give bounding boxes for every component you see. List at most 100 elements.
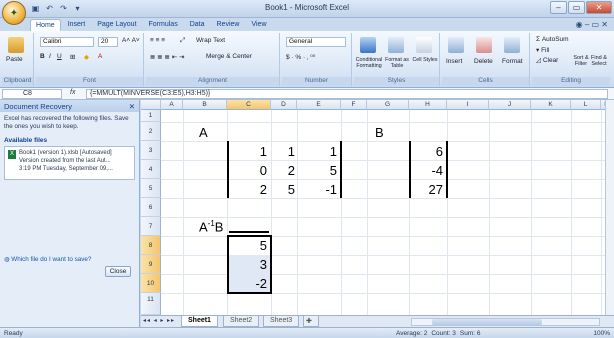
cell-c5[interactable]: 2 [229, 182, 267, 197]
fill-button[interactable]: ▾ Fill [536, 46, 549, 54]
fill-color-icon[interactable]: ◆ [84, 53, 89, 61]
row-header-9[interactable]: 9 [141, 255, 161, 274]
col-header-j[interactable]: J [489, 100, 531, 110]
delete-cells-icon[interactable] [476, 37, 492, 53]
italic-icon[interactable]: I [49, 53, 51, 60]
col-header-d[interactable]: D [271, 100, 297, 110]
align-top-icon[interactable]: ≡ ≡ ≡ [150, 37, 165, 44]
formula-input[interactable]: {=MMULT(MINVERSE(C3:E5),H3:H5)} [86, 89, 608, 99]
underline-icon[interactable]: U [57, 53, 62, 60]
tab-view[interactable]: View [246, 19, 271, 31]
new-sheet-icon[interactable]: ✚ [303, 316, 319, 327]
col-header-h[interactable]: H [409, 100, 447, 110]
row-header-2[interactable]: 2 [141, 122, 161, 141]
sheet-tab-1[interactable]: Sheet1 [181, 316, 218, 327]
cell-styles-icon[interactable] [416, 37, 432, 53]
which-file-link[interactable]: ◍ Which file do I want to save? [4, 256, 91, 263]
cell-c4[interactable]: 0 [229, 163, 267, 178]
sheet-nav-arrows-icon[interactable]: ◂◂ ◂ ▸ ▸▸ [143, 317, 175, 324]
worksheet-grid[interactable]: A B C D E F G H I J K L M 1 2 3 4 5 6 7 … [141, 100, 614, 327]
sort-filter-button[interactable]: Sort & Filter [572, 55, 590, 67]
col-header-b[interactable]: B [183, 100, 227, 110]
close-button[interactable]: ✕ [586, 1, 612, 14]
tab-insert[interactable]: Insert [63, 19, 91, 31]
cell-e3[interactable]: 1 [297, 144, 337, 159]
name-box[interactable]: C8 [2, 89, 62, 99]
col-header-g[interactable]: G [367, 100, 409, 110]
row-header-1[interactable]: 1 [141, 110, 161, 122]
bold-icon[interactable]: B [40, 53, 45, 60]
autosum-button[interactable]: Σ AutoSum [536, 36, 569, 43]
wrap-text-button[interactable]: Wrap Text [196, 37, 225, 44]
format-as-table-button[interactable]: Format as Table [383, 57, 411, 69]
insert-cells-icon[interactable] [448, 37, 464, 53]
cell-c8[interactable]: 5 [229, 238, 267, 253]
col-header-e[interactable]: E [297, 100, 341, 110]
row-header-7[interactable]: 7 [141, 217, 161, 236]
select-all-corner[interactable] [141, 100, 161, 110]
col-header-f[interactable]: F [341, 100, 367, 110]
borders-icon[interactable]: ⊞ [70, 53, 75, 61]
currency-icon[interactable]: $ · % · ‚ ⁰⁰ [286, 53, 315, 61]
cell-c10[interactable]: -2 [229, 276, 267, 291]
office-button[interactable]: ✦ [2, 1, 26, 25]
delete-button[interactable]: Delete [474, 58, 493, 65]
insert-button[interactable]: Insert [446, 58, 462, 65]
maximize-button[interactable]: ▭ [568, 1, 585, 14]
cell-b2[interactable]: A [199, 125, 208, 140]
row-header-11[interactable]: 11 [141, 293, 161, 315]
col-header-l[interactable]: L [571, 100, 601, 110]
format-button[interactable]: Format [502, 58, 523, 65]
font-color-icon[interactable]: A [98, 53, 102, 60]
row-header-6[interactable]: 6 [141, 198, 161, 217]
row-header-5[interactable]: 5 [141, 179, 161, 198]
find-select-button[interactable]: Find & Select [590, 55, 608, 67]
font-size-select[interactable]: 20 [98, 37, 118, 47]
number-format-select[interactable]: General [286, 37, 346, 47]
tab-review[interactable]: Review [212, 19, 245, 31]
format-cells-icon[interactable] [504, 37, 520, 53]
row-header-4[interactable]: 4 [141, 160, 161, 179]
cell-h4[interactable]: -4 [409, 163, 443, 178]
cell-h5[interactable]: 27 [409, 182, 443, 197]
orientation-icon[interactable]: ⤢ [180, 37, 185, 45]
conditional-formatting-icon[interactable] [360, 37, 376, 53]
tab-data[interactable]: Data [185, 19, 210, 31]
col-header-k[interactable]: K [531, 100, 571, 110]
font-name-select[interactable]: Calibri [40, 37, 94, 47]
recovery-close-button[interactable]: Close [105, 266, 131, 277]
cell-d3[interactable]: 1 [271, 144, 295, 159]
clear-button[interactable]: ◿ Clear [536, 56, 558, 64]
grow-font-icon[interactable]: A˄ A˅ [122, 37, 140, 44]
horizontal-scrollbar[interactable] [411, 318, 600, 326]
cell-h3[interactable]: 6 [409, 144, 443, 159]
cell-c3[interactable]: 1 [229, 144, 267, 159]
align-left-icon[interactable]: ≣ ≣ ≣ ⇤ ⇥ [150, 53, 184, 61]
scroll-thumb[interactable] [432, 319, 542, 325]
row-header-3[interactable]: 3 [141, 141, 161, 160]
row-header-10[interactable]: 10 [141, 274, 161, 293]
cell-styles-button[interactable]: Cell Styles [412, 57, 438, 63]
cell-g2[interactable]: B [375, 125, 384, 140]
sheet-tab-3[interactable]: Sheet3 [263, 316, 300, 327]
format-as-table-icon[interactable] [388, 37, 404, 53]
vertical-scrollbar[interactable] [605, 100, 614, 315]
help-icon[interactable]: ◉ – ▭ ✕ [576, 20, 608, 29]
recovered-file-item[interactable]: X Book1 (version 1).xlsb [Autosaved] Ver… [4, 146, 135, 180]
cell-b7[interactable]: A-1B [199, 219, 223, 234]
col-header-a[interactable]: A [161, 100, 183, 110]
paste-icon[interactable] [8, 37, 24, 53]
minimize-button[interactable]: – [550, 1, 567, 14]
cell-e4[interactable]: 5 [297, 163, 337, 178]
cell-d4[interactable]: 2 [271, 163, 295, 178]
fx-icon[interactable]: fx [70, 89, 75, 96]
cell-e5[interactable]: -1 [297, 182, 337, 197]
close-icon[interactable]: ✕ [129, 102, 135, 111]
col-header-i[interactable]: I [447, 100, 489, 110]
cell-c9[interactable]: 3 [229, 257, 267, 272]
conditional-formatting-button[interactable]: Conditional Formatting [354, 57, 384, 69]
row-header-8[interactable]: 8 [141, 236, 161, 255]
merge-center-button[interactable]: Merge & Center [206, 53, 252, 60]
tab-formulas[interactable]: Formulas [144, 19, 183, 31]
col-header-c[interactable]: C [227, 100, 271, 110]
